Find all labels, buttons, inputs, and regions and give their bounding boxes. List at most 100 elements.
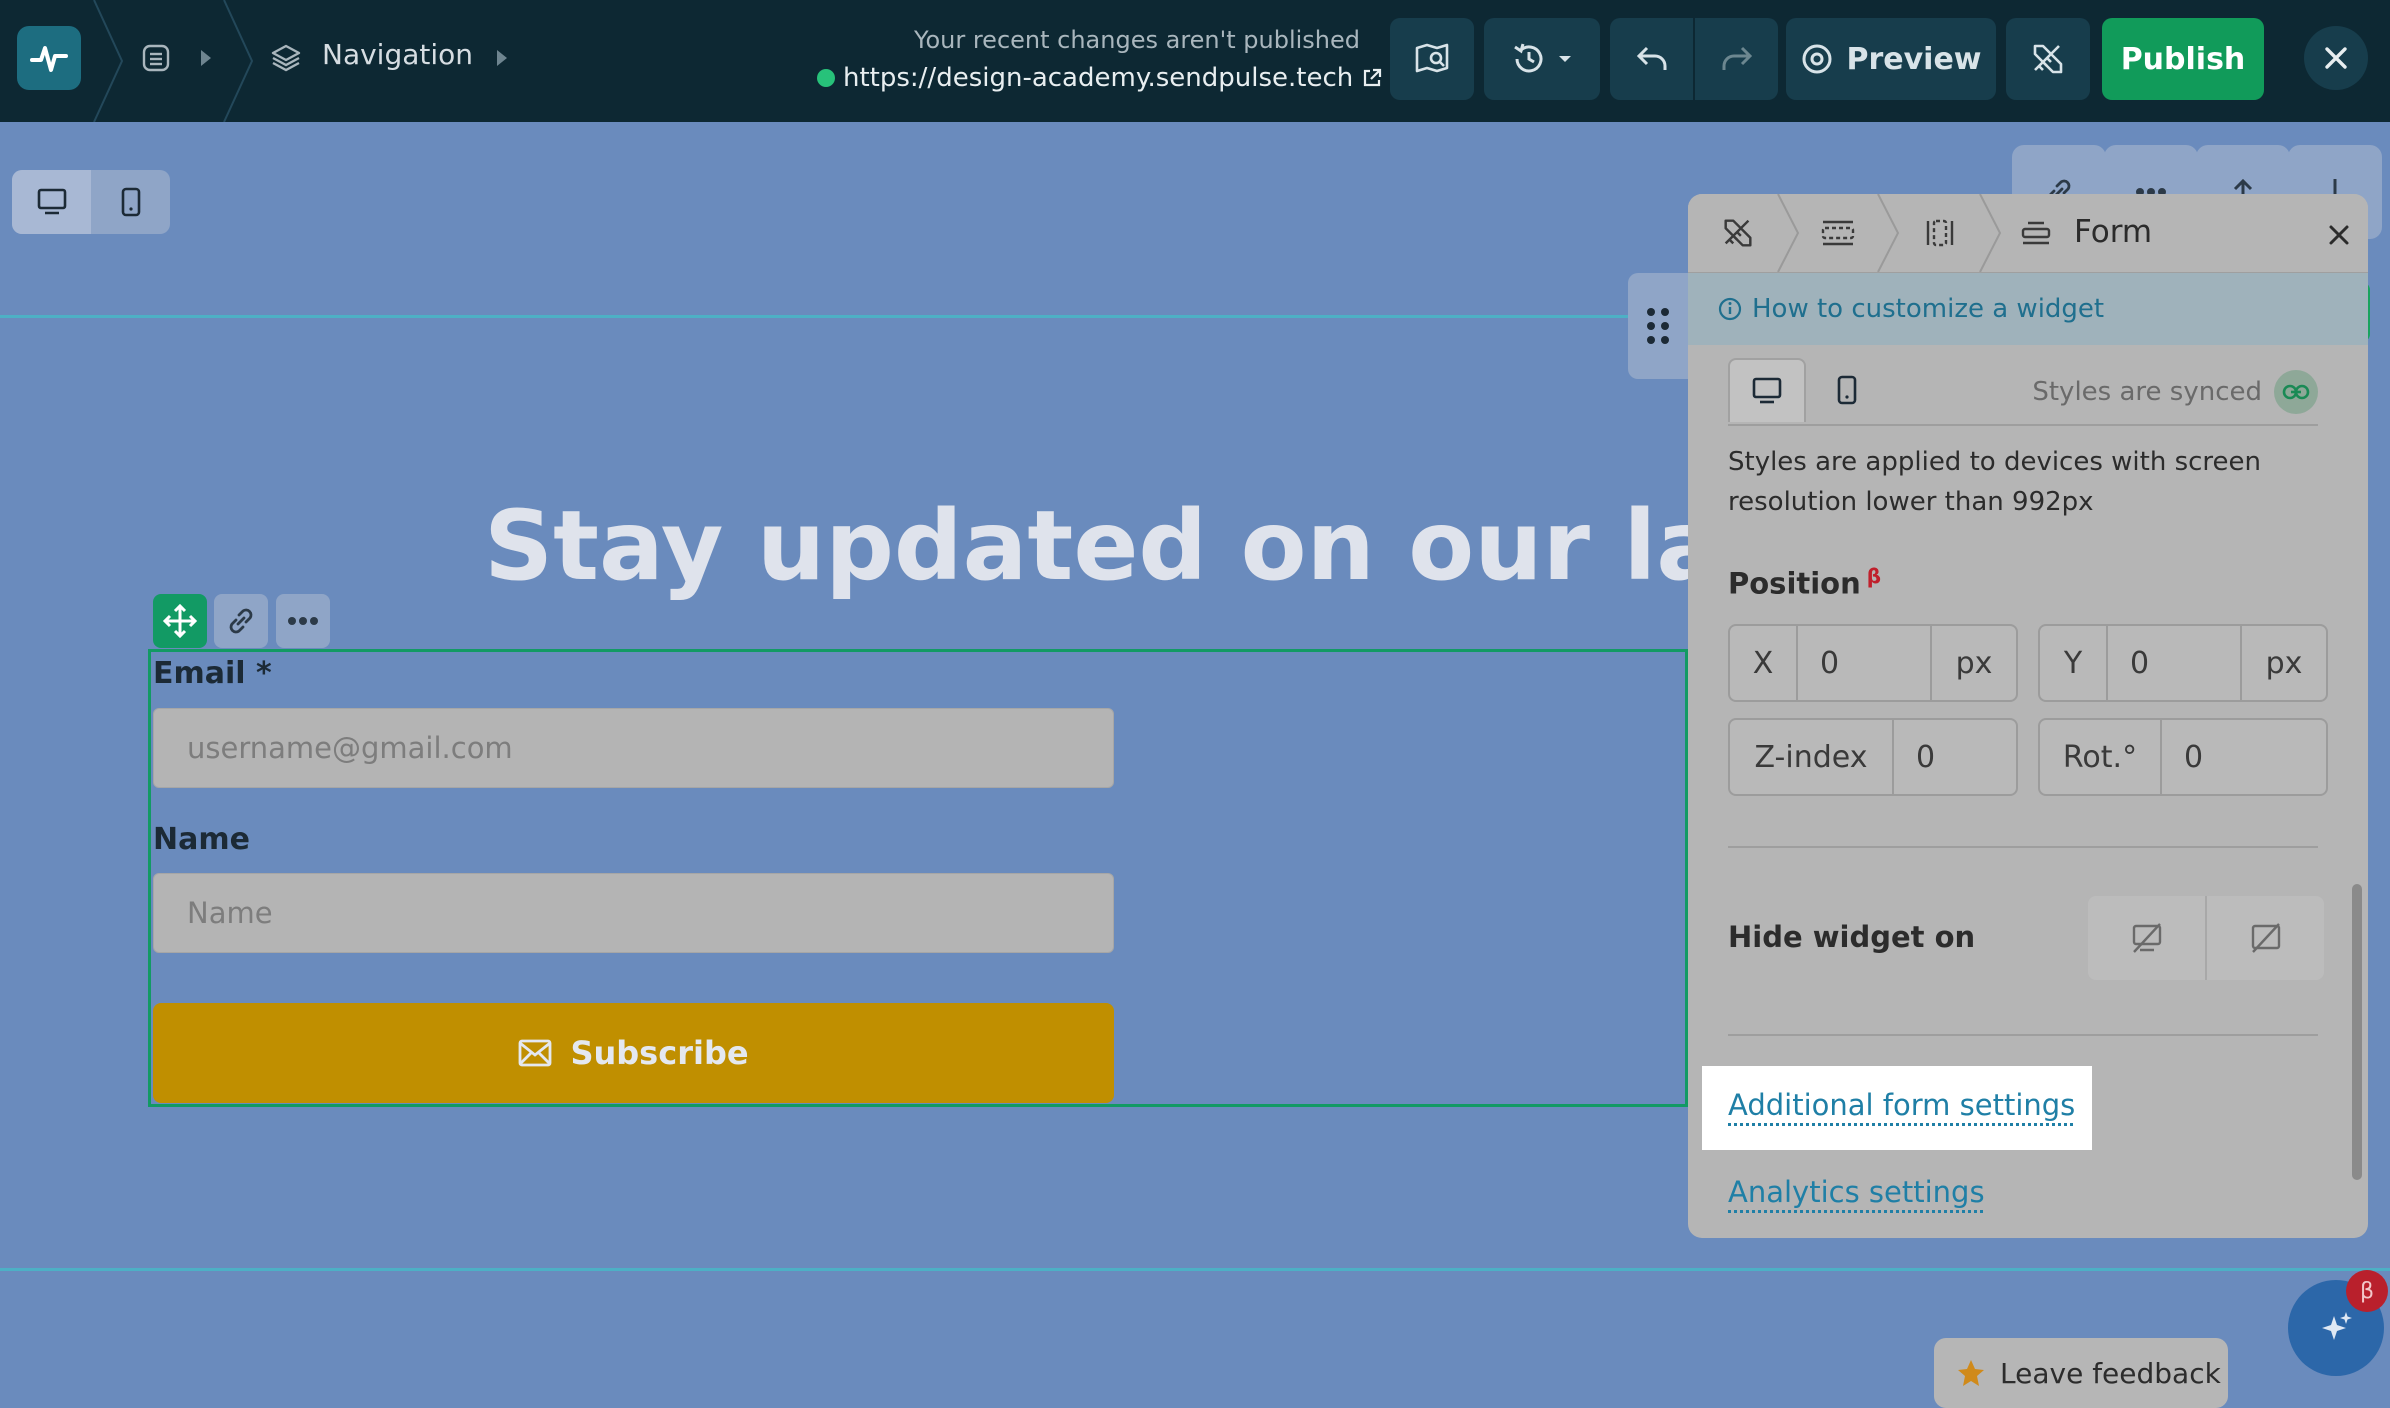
caret-right-icon	[196, 44, 216, 72]
widget-more-button[interactable]	[276, 594, 330, 648]
desktop-icon	[1752, 377, 1782, 404]
styles-description: Styles are applied to devices with scree…	[1728, 447, 2262, 517]
help-link-text: How to customize a widget	[1752, 294, 2105, 324]
chevron-down-icon	[1559, 56, 1571, 62]
book-search-icon	[1415, 43, 1449, 73]
hide-on-desktop-button[interactable]	[2088, 896, 2207, 980]
status-dot	[817, 69, 835, 87]
preview-label: Preview	[1846, 41, 1982, 77]
close-icon	[2329, 225, 2349, 245]
sync-toggle-button[interactable]	[2274, 370, 2318, 414]
move-widget-button[interactable]	[153, 594, 207, 648]
eye-icon	[1802, 44, 1832, 74]
move-icon	[162, 603, 198, 639]
panel-scrollbar[interactable]	[2352, 884, 2362, 1180]
position-x-unit[interactable]: px	[1932, 626, 2016, 700]
z-index-field: Z-index 0	[1728, 718, 2018, 796]
beta-badge: β	[1866, 564, 1882, 588]
panel-divider	[1728, 1034, 2318, 1036]
email-input[interactable]: username@gmail.com	[153, 708, 1114, 788]
panel-divider	[1728, 846, 2318, 848]
breadcrumb-separator	[223, 0, 254, 122]
envelope-icon	[519, 1039, 552, 1067]
desktop-off-icon	[2132, 923, 2161, 953]
publish-button[interactable]: Publish	[2102, 18, 2264, 100]
position-title: Position β	[1728, 564, 1881, 601]
position-x-input[interactable]: 0	[1798, 626, 1932, 700]
mobile-view-button[interactable]	[91, 170, 170, 234]
panel-close-button[interactable]	[2328, 216, 2350, 254]
top-bar: Navigation Your recent changes aren't pu…	[0, 0, 2390, 122]
breadcrumb-separator	[1777, 194, 1800, 272]
canvas-device-toggle	[12, 170, 170, 234]
name-input[interactable]: Name	[153, 873, 1114, 953]
site-url-text: https://design-academy.sendpulse.tech	[843, 63, 1354, 93]
position-x-field: X 0 px	[1728, 624, 2018, 702]
hide-widget-title: Hide widget on	[1728, 920, 1976, 954]
panel-mobile-tab[interactable]	[1808, 358, 1886, 422]
rotation-field: Rot.° 0	[2038, 718, 2328, 796]
site-url[interactable]: https://design-academy.sendpulse.tech	[817, 63, 1383, 93]
desktop-view-button[interactable]	[12, 170, 91, 234]
hide-widget-toggles	[2088, 896, 2324, 980]
subscribe-button[interactable]: Subscribe	[153, 1003, 1114, 1103]
widget-settings-panel: Form How to customize a widget Styles ar…	[1688, 194, 2368, 1238]
section-icon	[1821, 220, 1855, 246]
unpublished-notice: Your recent changes aren't published	[913, 26, 1360, 54]
panel-crumb-column[interactable]	[1908, 194, 1972, 272]
name-placeholder: Name	[187, 896, 273, 930]
pulse-icon	[30, 46, 68, 72]
panel-crumb-section[interactable]	[1806, 194, 1870, 272]
layers-icon	[268, 40, 304, 76]
caret-right-icon	[492, 44, 512, 72]
analytics-settings-link[interactable]: Analytics settings	[1728, 1175, 1985, 1209]
ruler-pencil-icon	[1724, 219, 1752, 247]
hide-on-mobile-button[interactable]	[2207, 896, 2324, 980]
position-y-input[interactable]: 0	[2108, 626, 2242, 700]
additional-form-settings-link[interactable]: Additional form settings	[1728, 1088, 2075, 1122]
sendpulse-logo[interactable]	[17, 26, 81, 90]
undo-button[interactable]	[1610, 18, 1695, 100]
position-y-label: Y	[2040, 626, 2108, 700]
z-index-label: Z-index	[1730, 720, 1894, 794]
widget-link-button[interactable]	[214, 594, 268, 648]
close-icon	[2325, 47, 2347, 69]
form-icon	[2021, 221, 2051, 245]
undo-icon	[1636, 46, 1666, 70]
info-icon	[1718, 297, 1742, 321]
z-index-input[interactable]: 0	[1894, 720, 2016, 794]
history-button[interactable]	[1484, 18, 1600, 100]
help-link[interactable]: How to customize a widget	[1688, 273, 2368, 345]
page-settings-button[interactable]	[1390, 18, 1474, 100]
position-y-field: Y 0 px	[2038, 624, 2328, 702]
chain-link-icon	[2282, 384, 2310, 400]
subscribe-label: Subscribe	[570, 1034, 749, 1072]
breadcrumb-navigation[interactable]: Navigation	[322, 38, 473, 71]
undo-redo-group	[1610, 18, 1778, 100]
link-icon	[229, 608, 253, 634]
close-editor-button[interactable]	[2304, 26, 2368, 90]
leave-feedback-button[interactable]: Leave feedback	[1934, 1338, 2228, 1408]
rotation-input[interactable]: 0	[2162, 720, 2326, 794]
styles-synced-status: Styles are synced	[2032, 370, 2318, 414]
panel-title: Form	[2074, 214, 2153, 250]
panel-desktop-tab[interactable]	[1728, 358, 1806, 422]
panel-crumb-design[interactable]	[1706, 194, 1770, 272]
sparkles-icon	[2322, 1312, 2352, 1340]
rotation-label: Rot.°	[2040, 720, 2162, 794]
design-tools-button[interactable]	[2006, 18, 2090, 100]
position-y-unit[interactable]: px	[2242, 626, 2326, 700]
preview-button[interactable]: Preview	[1786, 18, 1996, 100]
desktop-icon	[37, 188, 66, 215]
mobile-off-icon	[2251, 923, 2280, 953]
panel-crumb-form-icon	[2008, 194, 2064, 272]
more-icon	[288, 617, 318, 625]
position-x-label: X	[1730, 626, 1798, 700]
pages-list-icon[interactable]	[138, 40, 174, 76]
styles-synced-text: Styles are synced	[2032, 377, 2262, 407]
external-link-icon	[1364, 68, 1382, 87]
panel-drag-handle[interactable]	[1628, 273, 1688, 379]
redo-button[interactable]	[1695, 18, 1778, 100]
ai-beta-badge: β	[2346, 1270, 2388, 1312]
email-placeholder: username@gmail.com	[187, 731, 513, 765]
